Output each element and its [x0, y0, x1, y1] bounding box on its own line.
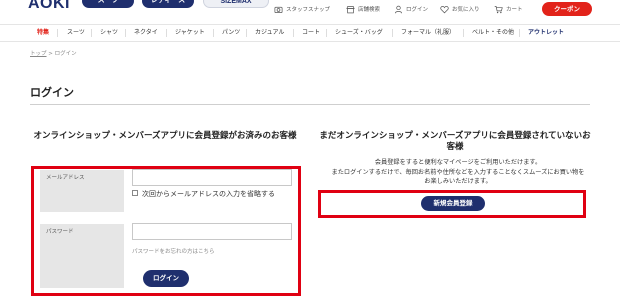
nav-divider [246, 29, 247, 37]
coupon-label: クーポン [554, 5, 580, 13]
cart-label: カート [506, 7, 523, 13]
login-link[interactable]: ログイン [394, 3, 428, 15]
member-section-heading: オンラインショップ・メンバーズアプリに会員登録がお済みのお客様 [33, 131, 297, 141]
login-button[interactable]: ログイン [143, 270, 189, 287]
registration-description-line-1: 会員登録をすると便利なマイページをご利用いただけます。 [374, 159, 542, 166]
coupon-button[interactable]: クーポン [542, 2, 592, 16]
aoki-logo[interactable]: AOKI [28, 0, 70, 13]
nav-divider [463, 29, 464, 37]
page-title: ログイン [30, 86, 74, 99]
nav-item-shirts[interactable]: シャツ [100, 25, 118, 41]
password-label: パスワード [40, 224, 124, 288]
email-label: メールアドレス [40, 170, 124, 212]
nav-divider [125, 29, 126, 37]
nav-item-suits[interactable]: スーツ [67, 25, 85, 41]
nav-item-features[interactable]: 特集 [37, 25, 49, 41]
forgot-password-link[interactable]: パスワードをお忘れの方はこちら [132, 247, 215, 255]
nav-divider [326, 29, 327, 37]
category-nav: 特集 スーツ シャツ ネクタイ ジャケット パンツ カジュアル コート シューズ… [0, 24, 620, 42]
nav-divider [57, 29, 58, 37]
guest-section-heading: まだオンラインショップ・メンバーズアプリに会員登録されていないお客様 [319, 131, 591, 152]
registration-description-line-2: またログインするだけで、毎回お名前や住所などを入力することなくスムーズにお買い物… [331, 168, 585, 186]
breadcrumb-home-link[interactable]: トップ [30, 51, 47, 57]
remember-email-option[interactable]: 次回からメールアドレスの入力を省略する [132, 189, 296, 200]
title-divider [30, 104, 590, 105]
user-icon [394, 5, 403, 13]
nav-item-shoes-bags[interactable]: シューズ・バッグ [335, 25, 383, 41]
breadcrumb: トップ > ログイン [30, 49, 77, 57]
camera-icon [274, 6, 283, 13]
cart-link[interactable]: カート [494, 3, 523, 15]
store-search-link[interactable]: 店舗検索 [346, 3, 380, 15]
password-field[interactable] [132, 223, 292, 240]
nav-item-ties[interactable]: ネクタイ [134, 25, 158, 41]
brand-tab-ladies[interactable]: レディース [142, 0, 194, 8]
store-icon [346, 5, 355, 13]
brand-tab-suits[interactable]: スーツ [82, 0, 134, 8]
nav-item-outlet[interactable]: アウトレット [528, 25, 564, 41]
remember-email-checkbox[interactable] [132, 190, 138, 196]
nav-item-jackets[interactable]: ジャケット [175, 25, 205, 41]
cart-icon [494, 5, 503, 13]
nav-item-casual[interactable]: カジュアル [255, 25, 284, 41]
site-header: AOKI スーツ レディース SIZEMAX スタッフスナップ 店舗検索 ログイ… [0, 0, 620, 20]
staff-snap-link[interactable]: スタッフスナップ [274, 3, 330, 15]
nav-divider [166, 29, 167, 37]
nav-item-belts-others[interactable]: ベルト・その他 [472, 25, 514, 41]
nav-divider [293, 29, 294, 37]
email-field[interactable] [132, 169, 292, 186]
nav-item-pants[interactable]: パンツ [222, 25, 240, 41]
nav-item-formal[interactable]: フォーマル（礼服） [401, 25, 455, 41]
registration-description: 会員登録をすると便利なマイページをご利用いただけます。 またログインするだけで、… [330, 158, 586, 187]
favorites-label: お気に入り [452, 7, 480, 13]
nav-divider [392, 29, 393, 37]
register-button[interactable]: 新規会員登録 [421, 196, 485, 211]
nav-divider [91, 29, 92, 37]
nav-divider [213, 29, 214, 37]
nav-divider [519, 29, 520, 37]
breadcrumb-current: ログイン [54, 51, 77, 57]
heart-icon [440, 5, 449, 13]
staff-snap-label: スタッフスナップ [286, 7, 331, 13]
brand-tab-sizemax[interactable]: SIZEMAX [203, 0, 269, 8]
store-search-label: 店舗検索 [358, 7, 381, 13]
nav-item-coats[interactable]: コート [302, 25, 320, 41]
breadcrumb-separator: > [46, 51, 55, 57]
login-link-label: ログイン [406, 7, 429, 13]
remember-email-label: 次回からメールアドレスの入力を省略する [142, 190, 275, 198]
favorites-link[interactable]: お気に入り [440, 3, 480, 15]
